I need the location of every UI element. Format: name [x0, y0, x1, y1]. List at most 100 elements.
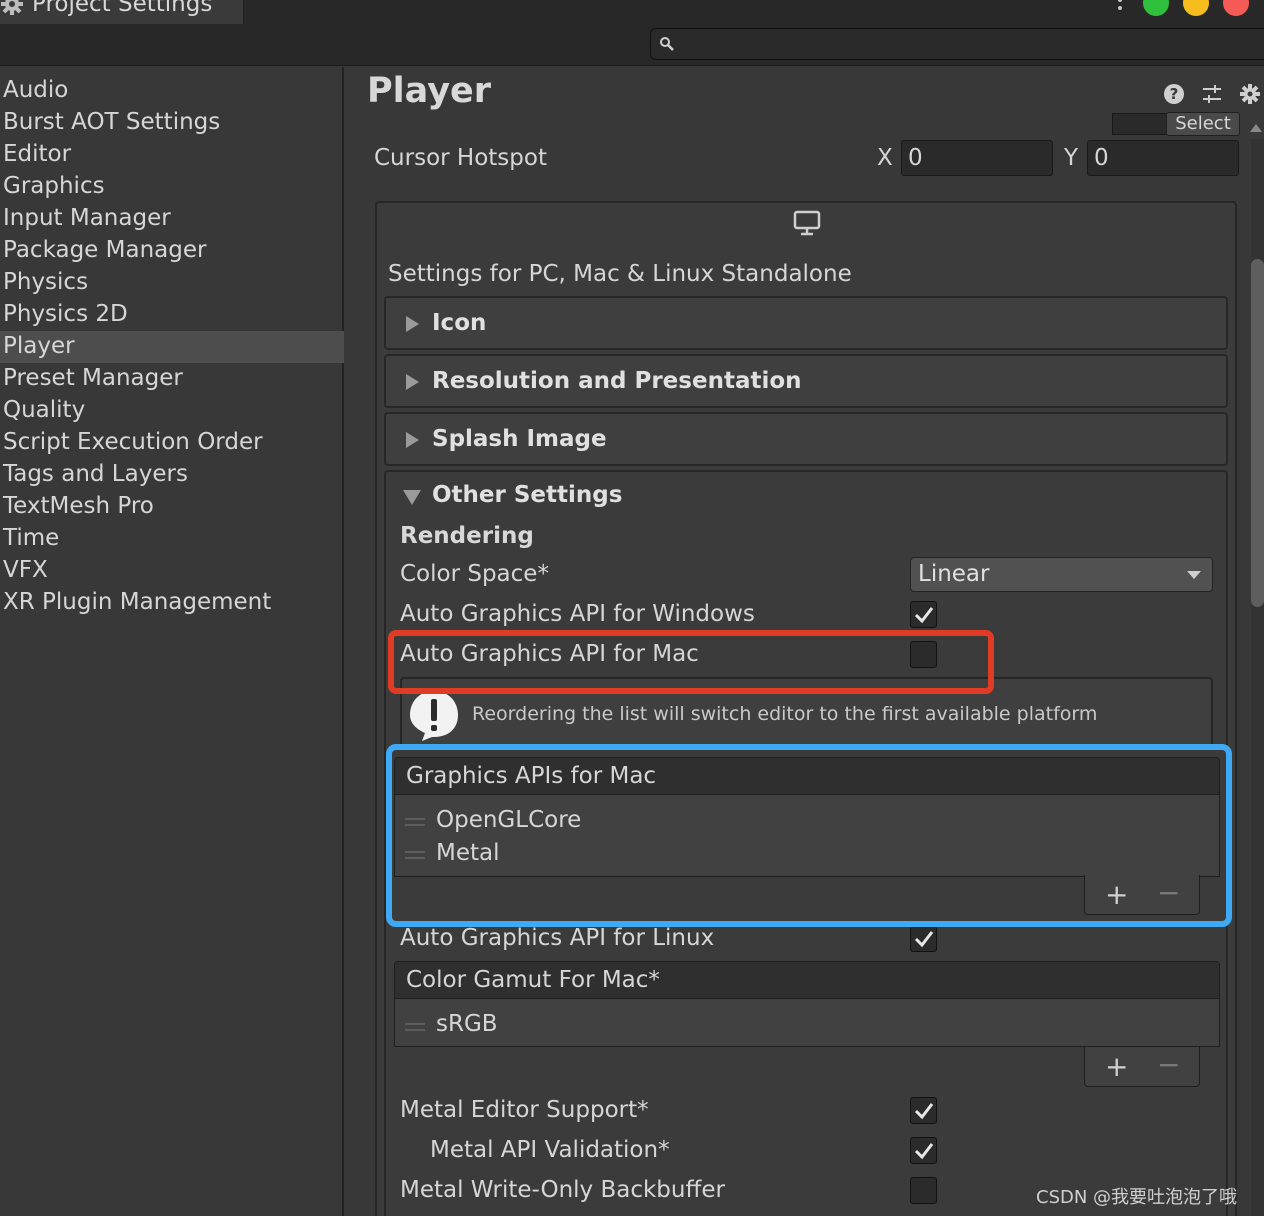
cursor-hotspot-label: Cursor Hotspot: [374, 145, 547, 171]
sidebar-item-label: Package Manager: [3, 237, 207, 263]
auto-graphics-windows-label: Auto Graphics API for Windows: [400, 601, 755, 627]
metal-editor-support-label: Metal Editor Support*: [400, 1097, 649, 1123]
auto-graphics-windows-checkbox[interactable]: [910, 601, 937, 628]
drag-handle-icon[interactable]: [405, 1023, 425, 1031]
page-title: Player: [367, 71, 492, 111]
sidebar-item-label: Input Manager: [3, 205, 171, 231]
foldout-splash-image[interactable]: Splash Image: [384, 412, 1228, 466]
sidebar-item-label: Preset Manager: [3, 365, 183, 391]
remove-item-button[interactable]: −: [1157, 1051, 1180, 1079]
add-item-button[interactable]: +: [1105, 1053, 1128, 1081]
expanded-arrow-icon[interactable]: [403, 490, 421, 505]
metal-api-validation-label: Metal API Validation*: [430, 1137, 670, 1163]
y-axis-label: Y: [1064, 145, 1079, 171]
sidebar-item-input-manager[interactable]: Input Manager: [0, 203, 344, 235]
color-space-dropdown[interactable]: Linear: [910, 557, 1213, 592]
cursor-texture-field[interactable]: [1112, 113, 1170, 135]
metal-write-only-label: Metal Write-Only Backbuffer: [400, 1177, 725, 1203]
sidebar-item-package-manager[interactable]: Package Manager: [0, 235, 344, 267]
title-bar: Project Settings: [0, 0, 1264, 66]
watermark: CSDN @我要吐泡泡了哦: [1036, 1187, 1238, 1208]
window-close-button[interactable]: [1223, 0, 1249, 16]
sidebar-item-label: Audio: [3, 77, 69, 103]
checkmark-icon: [914, 1143, 934, 1160]
sidebar-item-xr-plugin-management[interactable]: XR Plugin Management: [0, 587, 344, 619]
checkmark-icon: [914, 607, 934, 624]
rendering-header: Rendering: [400, 523, 534, 549]
sidebar-item-label: Time: [3, 525, 60, 551]
red-highlight-box: [388, 630, 994, 694]
svg-text:?: ?: [1170, 85, 1179, 103]
list-item[interactable]: sRGB: [436, 1011, 498, 1037]
help-icon[interactable]: ?: [1163, 83, 1185, 105]
x-axis-label: X: [877, 145, 893, 171]
sidebar-item-tags-and-layers[interactable]: Tags and Layers: [0, 459, 344, 491]
sidebar-item-vfx[interactable]: VFX: [0, 555, 344, 587]
search-icon: [660, 37, 674, 51]
sidebar-item-label: Graphics: [3, 173, 105, 199]
sidebar-item-quality[interactable]: Quality: [0, 395, 344, 427]
auto-graphics-linux-label: Auto Graphics API for Linux: [400, 925, 715, 951]
auto-graphics-linux-checkbox[interactable]: [910, 925, 937, 952]
sidebar-item-textmesh-pro[interactable]: TextMesh Pro: [0, 491, 344, 523]
sidebar-item-label: Burst AOT Settings: [3, 109, 221, 135]
sidebar-item-label: VFX: [3, 557, 48, 583]
sidebar-item-preset-manager[interactable]: Preset Manager: [0, 363, 344, 395]
sidebar-item-time[interactable]: Time: [0, 523, 344, 555]
window-minimize-button[interactable]: [1183, 0, 1209, 16]
sidebar-item-physics[interactable]: Physics: [0, 267, 344, 299]
hotspot-y-input[interactable]: 0: [1087, 140, 1239, 176]
scrollbar-thumb[interactable]: [1251, 259, 1264, 607]
kebab-icon[interactable]: [1112, 0, 1128, 16]
sidebar-item-physics-2d[interactable]: Physics 2D: [0, 299, 344, 331]
project-settings-tab[interactable]: Project Settings: [0, 0, 244, 24]
sidebar-item-label: Script Execution Order: [3, 429, 263, 455]
sidebar-item-label: Physics: [3, 269, 89, 295]
sidebar-item-label: Quality: [3, 397, 86, 423]
sidebar-item-label: Physics 2D: [3, 301, 128, 327]
sidebar-item-graphics[interactable]: Graphics: [0, 171, 344, 203]
window-maximize-button[interactable]: [1143, 0, 1169, 16]
collapsed-arrow-icon: [406, 316, 419, 332]
blue-highlight-box: [386, 744, 1232, 927]
metal-editor-support-checkbox[interactable]: [910, 1097, 937, 1124]
sidebar-item-label: XR Plugin Management: [3, 589, 272, 615]
warning-icon: [410, 691, 458, 741]
sidebar-item-script-execution-order[interactable]: Script Execution Order: [0, 427, 344, 459]
collapsed-arrow-icon: [406, 374, 419, 390]
sidebar-item-label: Editor: [3, 141, 72, 167]
presets-icon[interactable]: [1201, 83, 1223, 105]
sidebar-item-label: Player: [3, 333, 75, 359]
sidebar-item-player[interactable]: Player: [0, 331, 344, 363]
list-header-label: Color Gamut For Mac*: [406, 967, 660, 993]
platform-settings-label: Settings for PC, Mac & Linux Standalone: [388, 261, 852, 287]
sidebar-item-label: Tags and Layers: [3, 461, 188, 487]
settings-sidebar: Audio Burst AOT Settings Editor Graphics…: [0, 67, 344, 1216]
foldout-icon-section[interactable]: Icon: [384, 296, 1228, 350]
sidebar-item-editor[interactable]: Editor: [0, 139, 344, 171]
foldout-resolution-presentation[interactable]: Resolution and Presentation: [384, 354, 1228, 408]
search-input[interactable]: [650, 28, 1264, 60]
monitor-icon[interactable]: [792, 209, 822, 237]
checkmark-icon: [914, 1103, 934, 1120]
foldout-label: Icon: [432, 310, 487, 336]
chevron-down-icon: [1187, 571, 1201, 579]
foldout-label: Splash Image: [432, 426, 607, 452]
scroll-up-arrow[interactable]: [1250, 124, 1262, 132]
metal-write-only-checkbox[interactable]: [910, 1177, 937, 1204]
tab-title: Project Settings: [32, 0, 213, 17]
select-button[interactable]: Select: [1166, 112, 1240, 136]
other-settings-title[interactable]: Other Settings: [432, 482, 622, 508]
hotspot-x-input[interactable]: 0: [901, 140, 1053, 176]
checkmark-icon: [914, 931, 934, 948]
color-gamut-add-remove: + −: [1084, 1047, 1200, 1087]
sidebar-item-burst-aot[interactable]: Burst AOT Settings: [0, 107, 344, 139]
collapsed-arrow-icon: [406, 432, 419, 448]
color-gamut-list-header[interactable]: Color Gamut For Mac*: [394, 961, 1220, 999]
sidebar-item-audio[interactable]: Audio: [0, 75, 344, 107]
color-space-label: Color Space*: [400, 561, 549, 587]
metal-api-validation-checkbox[interactable]: [910, 1137, 937, 1164]
warning-text: Reordering the list will switch editor t…: [472, 703, 1098, 725]
settings-gear-icon[interactable]: [1239, 83, 1261, 105]
color-gamut-list: [394, 999, 1220, 1047]
